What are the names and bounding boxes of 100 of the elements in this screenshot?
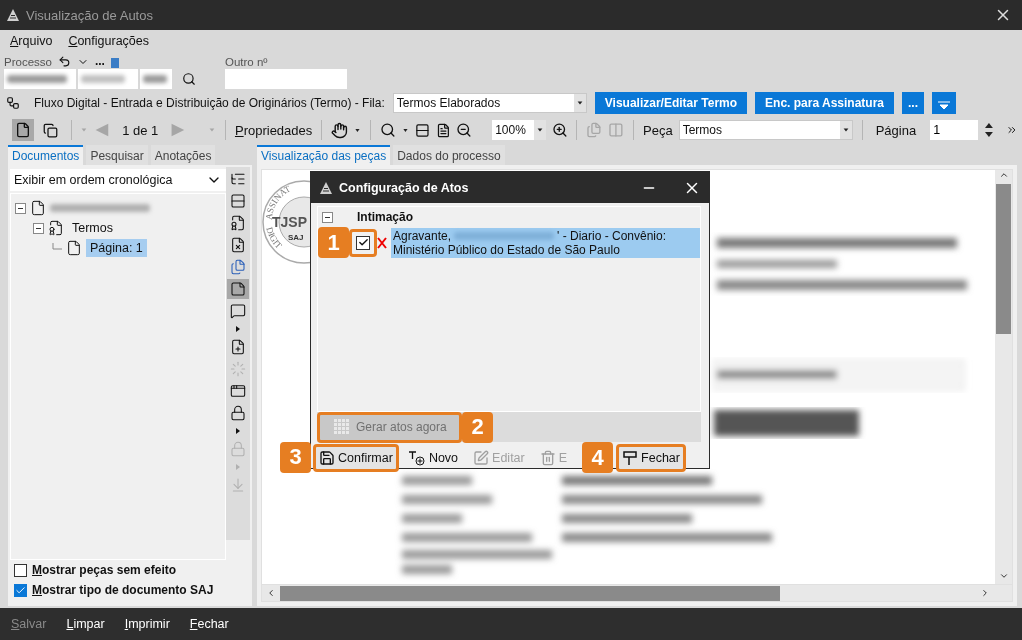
more-button[interactable]: ...	[902, 91, 925, 114]
zoom-out-icon[interactable]	[456, 122, 473, 138]
save-button[interactable]: Confirmar	[313, 443, 399, 472]
panel-tab[interactable]: Anotações	[150, 145, 216, 165]
checkbox[interactable]	[14, 563, 27, 577]
collapse-icon[interactable]	[322, 211, 333, 223]
footer-button[interactable]: Imprimir	[124, 617, 170, 631]
page-indicator: 1 de 1	[122, 122, 159, 138]
panel-tab[interactable]: Pesquisar	[86, 145, 148, 165]
caret-icon[interactable]	[575, 98, 584, 107]
checkbox[interactable]	[349, 228, 377, 257]
page-field[interactable]: 1	[930, 120, 979, 140]
order-select[interactable]: Exibir em ordem cronológica	[10, 169, 226, 191]
list-item[interactable]: Agravante, ' - Diario - Convênio: Ministério Público do Estado de São Paulo	[391, 227, 700, 258]
fit-page-icon[interactable]	[435, 122, 451, 138]
other-number-field[interactable]	[225, 69, 347, 89]
close-button[interactable]: Fechar	[616, 443, 686, 472]
chevron-right-icon[interactable]	[980, 588, 990, 598]
hand-icon[interactable]	[331, 121, 349, 139]
piece-select[interactable]: Termos	[678, 120, 853, 140]
caret-icon[interactable]	[401, 126, 409, 134]
piece-label: Peça	[643, 122, 673, 138]
callout-badge: 3	[280, 441, 311, 473]
process-number-field[interactable]	[4, 69, 76, 89]
callout-badge: 2	[462, 411, 493, 443]
save-icon	[319, 449, 335, 466]
zoom-in-icon[interactable]	[551, 122, 568, 138]
add-note-icon[interactable]	[230, 339, 246, 355]
more-text[interactable]: ...	[94, 54, 105, 68]
callout-badge: 4	[582, 442, 614, 473]
option-label: Mostrar peças sem efeito	[32, 563, 177, 577]
note-icon[interactable]	[230, 281, 246, 297]
footer-button[interactable]: Fechar	[189, 617, 229, 631]
add-text-icon	[407, 449, 426, 466]
collapse-icon[interactable]	[15, 202, 26, 214]
panel-tab[interactable]: Documentos	[8, 145, 84, 165]
horizontal-scrollbar[interactable]	[261, 585, 1013, 602]
role-label: Agravante,	[393, 228, 452, 243]
tree-icon[interactable]	[230, 171, 246, 187]
window-icon[interactable]	[230, 383, 246, 399]
tree-item[interactable]: Página: 1	[86, 239, 147, 257]
send-signature-button[interactable]: Enc. para Assinatura	[755, 91, 894, 114]
caret-icon[interactable]	[235, 427, 241, 435]
note-list-icon[interactable]	[230, 303, 246, 319]
item-text: ' - Diario - Convênio:	[557, 228, 667, 243]
x-mark-icon	[377, 236, 387, 249]
process-number-field[interactable]	[140, 69, 172, 89]
properties-button[interactable]: Propriedades	[234, 122, 313, 138]
undo-icon[interactable]	[57, 55, 71, 68]
caret-icon[interactable]	[841, 126, 850, 134]
chevron-left-icon[interactable]	[266, 588, 276, 598]
new-button[interactable]: Novo	[401, 443, 465, 472]
checkbox[interactable]	[14, 583, 27, 597]
edit-icon	[473, 449, 490, 466]
search-icon[interactable]	[182, 72, 196, 86]
overflow-icon[interactable]	[1006, 124, 1018, 136]
document-icon	[30, 200, 46, 216]
documents-icon[interactable]	[230, 259, 246, 275]
chevron-up-icon[interactable]	[998, 170, 1009, 180]
callout-badge: 1	[318, 227, 349, 258]
item-text: Ministério Público do Estado de São Paulo	[393, 242, 621, 257]
flow-icon	[6, 95, 20, 110]
viewer-tab[interactable]: Dados do processo	[393, 145, 505, 165]
signpost-icon	[622, 449, 639, 466]
caret-icon[interactable]	[354, 126, 361, 134]
footer-button[interactable]: Limpar	[66, 617, 105, 631]
caret-icon[interactable]	[235, 325, 241, 333]
app-logo-icon	[6, 8, 20, 22]
vertical-scrollbar[interactable]	[995, 170, 1012, 584]
rows-icon[interactable]	[230, 193, 246, 209]
page-icon	[66, 240, 82, 256]
process-number-field[interactable]	[78, 69, 138, 89]
tree-item[interactable]: Termos	[68, 219, 117, 237]
dots-icon	[334, 419, 350, 435]
viewer-tab[interactable]: Visualização das peças	[257, 145, 391, 165]
menu-item[interactable]: Configurações	[68, 34, 149, 48]
check-icon	[357, 237, 369, 248]
certificate-icon[interactable]	[230, 215, 246, 231]
square-icon[interactable]	[110, 58, 119, 68]
app-logo-icon	[319, 180, 333, 195]
search-icon[interactable]	[380, 122, 396, 138]
certificate-icon	[48, 220, 64, 236]
trash-icon	[539, 449, 556, 466]
chevron-down-icon[interactable]	[998, 571, 1009, 581]
zoom-select[interactable]: 100%	[492, 120, 546, 140]
queue-select[interactable]: Termos Elaborados	[392, 92, 587, 113]
fit-width-icon[interactable]	[414, 122, 430, 138]
collapse-icon[interactable]	[33, 222, 44, 234]
document-x-icon[interactable]	[230, 237, 246, 253]
process-label: Processo	[4, 56, 52, 68]
menu-item[interactable]: Arquivo	[10, 34, 53, 48]
page-view-button[interactable]	[12, 119, 34, 141]
window-title: Visualização de Autos	[26, 7, 154, 23]
page-label: Página	[875, 122, 917, 138]
filter-button[interactable]	[932, 91, 957, 114]
check-icon	[15, 584, 26, 596]
lock-icon[interactable]	[230, 405, 246, 421]
edit-term-button[interactable]: Visualizar/Editar Termo	[594, 91, 748, 114]
caret-icon[interactable]	[535, 126, 544, 134]
option-label: Mostrar tipo de documento SAJ	[32, 583, 214, 597]
